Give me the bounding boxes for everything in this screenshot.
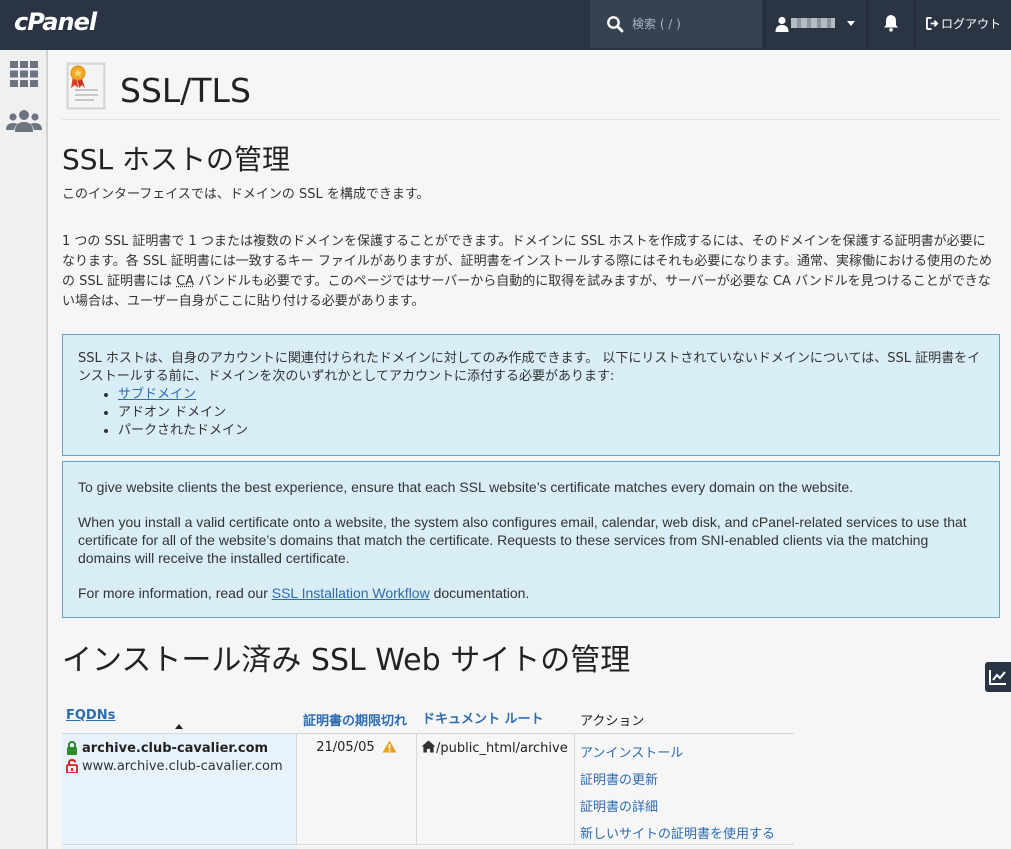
logout-button[interactable]: ログアウト <box>926 15 1001 32</box>
certificate-info-p1: To give website clients the best experie… <box>78 479 854 495</box>
more-info-suffix: documentation. <box>429 585 530 601</box>
lock-secure-icon <box>67 741 77 755</box>
ssl-intro-text: このインターフェイスでは、ドメインの SSL を構成できます。 <box>62 187 430 202</box>
chevron-down-icon <box>847 21 855 26</box>
lock-open-icon <box>66 759 78 773</box>
certificate-details-link[interactable]: 証明書の詳細 <box>580 794 794 821</box>
domain-info-alert: SSL ホストは、自身のアカウントに関連付けられたドメインに対してのみ作成できま… <box>62 334 1000 456</box>
chart-line-icon <box>989 670 1006 685</box>
primary-domain-name: archive.club-cavalier.com <box>82 740 269 756</box>
more-info-prefix: For more information, read our <box>78 585 272 601</box>
actions-cell: アンインストール 証明書の更新 証明書の詳細 新しいサイトの証明書を使用する <box>575 734 794 844</box>
page-header: SSL/TLS <box>62 50 1000 120</box>
sort-ascending-icon <box>175 724 183 729</box>
document-root-path: /public_html/archive <box>436 741 568 756</box>
expiration-cell: 21/05/05 <box>297 734 417 844</box>
alternate-domain: www.archive.club-cavalier.com <box>66 757 296 775</box>
bell-icon <box>884 15 898 32</box>
domain-type-item: パークされたドメイン <box>118 422 984 440</box>
certificate-info-alert: To give website clients the best experie… <box>62 461 1000 618</box>
document-root-cell: /public_html/archive <box>417 734 575 844</box>
page-title: SSL/TLS <box>120 71 251 110</box>
search-input[interactable] <box>632 14 752 34</box>
domain-info-text: SSL ホストは、自身のアカウントに関連付けられたドメインに対してのみ作成できま… <box>78 351 981 384</box>
update-certificate-link[interactable]: 証明書の更新 <box>580 767 794 794</box>
sidebar <box>0 50 48 849</box>
cpanel-logo[interactable]: cPanel <box>14 8 97 36</box>
fqdn-cell: archive.club-cavalier.com www.archive.cl… <box>62 734 297 844</box>
warning-icon <box>382 740 397 753</box>
search-icon <box>607 16 624 33</box>
ssl-hosts-heading: SSL ホストの管理 <box>62 143 291 176</box>
notifications-button[interactable] <box>868 0 915 48</box>
apps-grid-icon[interactable] <box>10 61 38 87</box>
domain-type-item: アドオン ドメイン <box>118 404 984 422</box>
logout-label: ログアウト <box>941 17 1002 31</box>
username-redacted <box>791 18 835 28</box>
uninstall-link[interactable]: アンインストール <box>580 740 794 767</box>
expiration-date: 21/05/05 <box>316 740 375 755</box>
table-row: archive.club-cavalier.com www.archive.cl… <box>62 733 794 845</box>
primary-domain: archive.club-cavalier.com <box>66 739 296 757</box>
installed-sites-heading: インストール済み SSL Web サイトの管理 <box>62 643 631 678</box>
domain-type-list: サブドメイン アドオン ドメイン パークされたドメイン <box>118 386 984 440</box>
logout-icon <box>926 17 939 30</box>
user-menu[interactable] <box>764 0 868 48</box>
ca-abbreviation: CA <box>176 274 195 289</box>
user-icon <box>775 16 789 32</box>
users-group-icon[interactable] <box>6 108 42 134</box>
ssl-installation-workflow-link[interactable]: SSL Installation Workflow <box>272 585 430 601</box>
certificate-icon <box>66 62 106 110</box>
statistics-button[interactable] <box>985 662 1011 692</box>
use-certificate-for-new-site-link[interactable]: 新しいサイトの証明書を使用する <box>580 821 794 848</box>
top-navigation-bar: cPanel ログアウト <box>0 0 1011 50</box>
home-icon <box>421 740 436 753</box>
alternate-domain-name: www.archive.club-cavalier.com <box>82 758 283 774</box>
search-box[interactable] <box>590 0 762 48</box>
certificate-info-p2: When you install a valid certificate ont… <box>78 514 967 566</box>
main-content: SSL/TLS SSL ホストの管理 このインターフェイスでは、ドメインの SS… <box>62 50 1000 849</box>
ssl-description: 1 つの SSL 証明書で 1 つまたは複数のドメインを保護することができます。… <box>62 232 998 312</box>
ssl-description-part2: バンドルも必要です。このページではサーバーから自動的に取得を試みますが、サーバー… <box>62 274 991 309</box>
subdomain-link[interactable]: サブドメイン <box>118 387 196 402</box>
domain-type-item: サブドメイン <box>118 386 984 404</box>
certificate-info-p3: For more information, read our SSL Insta… <box>78 584 984 602</box>
